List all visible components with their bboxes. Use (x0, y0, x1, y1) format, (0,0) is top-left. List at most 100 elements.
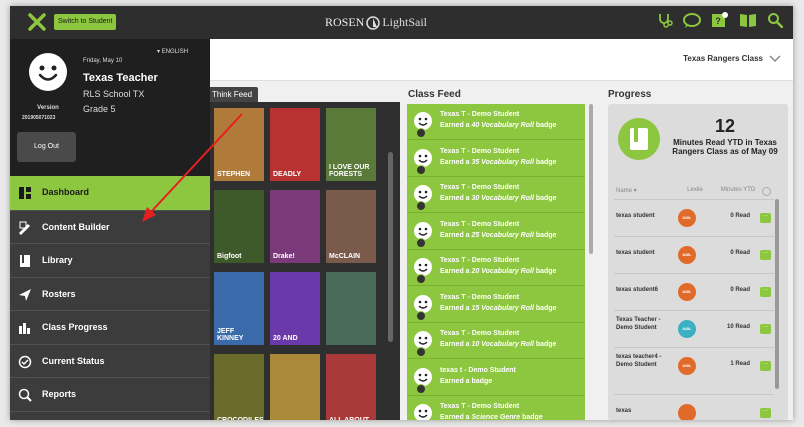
sidebar-item-label: Rosters (42, 288, 76, 299)
version-number: 201905071023 (22, 115, 56, 121)
student-avatar-icon (414, 404, 432, 420)
sidebar-item-trends[interactable]: Trends (10, 410, 210, 420)
feed-item[interactable]: Texas T - Demo Student Earned a 30 Vocabu… (407, 177, 585, 213)
top-bar: Switch to Student ROSEN LightSail ? (10, 6, 793, 39)
reports-icon (18, 388, 32, 402)
book-title: CROCODILES (217, 417, 264, 420)
class-feed-list: Texas T - Demo Student Earned a 40 Vocabu… (407, 104, 585, 420)
rosen-lightsail-logo: ROSEN LightSail (325, 15, 427, 30)
book-title: STEPHEN (217, 171, 251, 178)
feed-item[interactable]: Texas T - Demo Student Earned a 10 Vocabu… (407, 323, 585, 359)
feed-item[interactable]: Texas T - Demo Student Earned a 20 Vocabu… (407, 250, 585, 286)
table-row[interactable]: texas ··· (614, 394, 774, 420)
notification-book-icon[interactable]: ? (711, 12, 729, 28)
help-icon[interactable] (762, 187, 772, 198)
more-options-button[interactable]: ··· (760, 287, 771, 297)
language-selector[interactable]: ▾ ENGLISH (157, 48, 188, 55)
search-icon[interactable] (767, 12, 783, 28)
book-cover[interactable] (326, 272, 376, 345)
sidebar-item-reports[interactable]: Reports (10, 377, 210, 411)
class-name: Texas Rangers Class (683, 54, 763, 63)
lexile-badge (678, 404, 696, 420)
feed-item[interactable]: Texas T - Demo Student Earned a 25 Vocabu… (407, 214, 585, 250)
sidebar-item-library[interactable]: Library (10, 243, 210, 277)
progress-scrollbar[interactable] (775, 199, 779, 389)
student-avatar-icon (414, 367, 432, 394)
stethoscope-icon[interactable] (657, 12, 673, 28)
sidebar-item-dashboard[interactable]: Dashboard (10, 176, 210, 210)
feed-item[interactable]: Texas T - Demo Student Earned a 15 Vocabu… (407, 287, 585, 323)
logo-text-rosen: ROSEN (325, 15, 365, 29)
student-avatar-icon (414, 331, 432, 357)
minutes-read-text: Minutes Read YTD in Texas Rangers Class … (672, 138, 778, 157)
sidebar-item-class-progress[interactable]: Class Progress (10, 310, 210, 344)
more-options-button[interactable]: ··· (760, 213, 771, 223)
book-cover[interactable]: JEFF KINNEY (214, 272, 264, 345)
feed-description: Earned a 25 Vocabulary Roll badge (440, 231, 557, 239)
book-cover[interactable]: STEPHEN (214, 108, 264, 181)
feed-item[interactable]: Texas T - Demo Student Earned a Science G… (407, 396, 585, 420)
class-selector[interactable]: Texas Rangers Class (683, 54, 781, 63)
feed-student-name: Texas T - Demo Student (440, 220, 520, 228)
table-row[interactable]: texas student6 840L 0 Read ··· (614, 273, 774, 309)
class-progress-icon (19, 323, 30, 334)
class-feed-scrollbar[interactable] (589, 104, 593, 254)
tab-think-feed[interactable]: Think Feed (210, 87, 259, 102)
more-options-button[interactable]: ··· (760, 408, 771, 418)
book-title: DEADLY (273, 171, 302, 178)
sidebar-item-current-status[interactable]: Current Status (10, 343, 210, 378)
book-cover[interactable]: 20 AND (270, 272, 320, 345)
sidebar-item-label: Library (42, 255, 73, 265)
lexile-badge: 840L (678, 320, 696, 338)
switch-to-student-button[interactable]: Switch to Student (54, 14, 117, 30)
sidebar-menu: ▾ ENGLISH Friday, May 10 Texas Teacher R… (10, 39, 210, 420)
reading-badge-icon (618, 118, 660, 160)
student-name: texas student (616, 250, 655, 256)
book-cover[interactable]: McCLAIN (326, 190, 376, 263)
col-name-header[interactable]: Name ▾ (616, 187, 676, 198)
feed-description: Earned a 20 Vocabulary Roll badge (440, 268, 557, 275)
feed-item[interactable]: Texas T - Demo Student Earned a 35 Vocabu… (407, 141, 585, 177)
more-options-button[interactable]: ··· (760, 324, 771, 334)
table-row[interactable]: texas student 840L 0 Read ··· (614, 236, 774, 272)
book-cover[interactable]: Drake! (270, 190, 320, 263)
sail-logo-icon (366, 15, 381, 30)
table-row[interactable]: Texas Teacher - Demo Student 840L 10 Read ·… (614, 310, 774, 346)
feed-item[interactable]: texas t - Demo Student Earned a badge (407, 360, 585, 396)
feed-item[interactable]: Texas T - Demo Student Earned a 40 Vocabu… (407, 104, 585, 140)
feed-description: Earned a 15 Vocabulary Roll badge (440, 304, 557, 312)
app-window: Switch to Student ROSEN LightSail ? Texa… (10, 6, 793, 420)
feed-description: Earned a Science Genre badge (440, 414, 543, 420)
more-options-button[interactable]: ··· (760, 250, 771, 260)
close-icon[interactable] (26, 11, 48, 33)
minutes-read: 0 Read (730, 213, 750, 219)
book-cover[interactable]: I LOVE OUR FORESTS (326, 108, 376, 181)
books-scrollbar[interactable] (388, 152, 393, 342)
book-cover[interactable]: Bigfoot (214, 190, 264, 263)
more-options-button[interactable]: ··· (760, 361, 771, 371)
book-title: McCLAIN (329, 253, 361, 260)
table-row[interactable]: texas teacher4 - Demo Student 840L 1 Read ·… (614, 347, 774, 383)
progress-panel: 12 Minutes Read YTD in Texas Rangers Cla… (608, 104, 788, 420)
book-cover[interactable]: CROCODILES (214, 354, 264, 420)
book-title: JEFF KINNEY (217, 328, 244, 342)
library-book-icon[interactable] (739, 12, 757, 28)
minutes-read-value: 12 (714, 116, 736, 136)
book-title: I LOVE OUR FORESTS (329, 164, 370, 178)
sidebar-item-content-builder[interactable]: Content Builder (10, 209, 210, 244)
book-cover[interactable] (270, 354, 320, 420)
teacher-name: Texas Teacher (83, 72, 158, 84)
book-cover[interactable]: ALL ABOUT (326, 354, 376, 420)
class-header: Texas Rangers Class (210, 39, 793, 81)
book-title: ALL ABOUT (329, 417, 373, 420)
sidebar-item-label: Class Progress (42, 322, 108, 332)
chat-icon[interactable] (683, 12, 701, 28)
student-name: texas teacher4 - Demo Student (616, 354, 662, 368)
table-row[interactable]: texas student 840L 0 Read ··· (614, 199, 774, 235)
student-name: Texas Teacher - Demo Student (616, 317, 661, 331)
book-cover[interactable]: DEADLY (270, 108, 320, 181)
book-title: Drake! (273, 253, 295, 260)
sidebar-item-rosters[interactable]: Rosters (10, 276, 210, 311)
student-avatar-icon (414, 258, 432, 284)
logout-button[interactable]: Log Out (17, 132, 76, 162)
